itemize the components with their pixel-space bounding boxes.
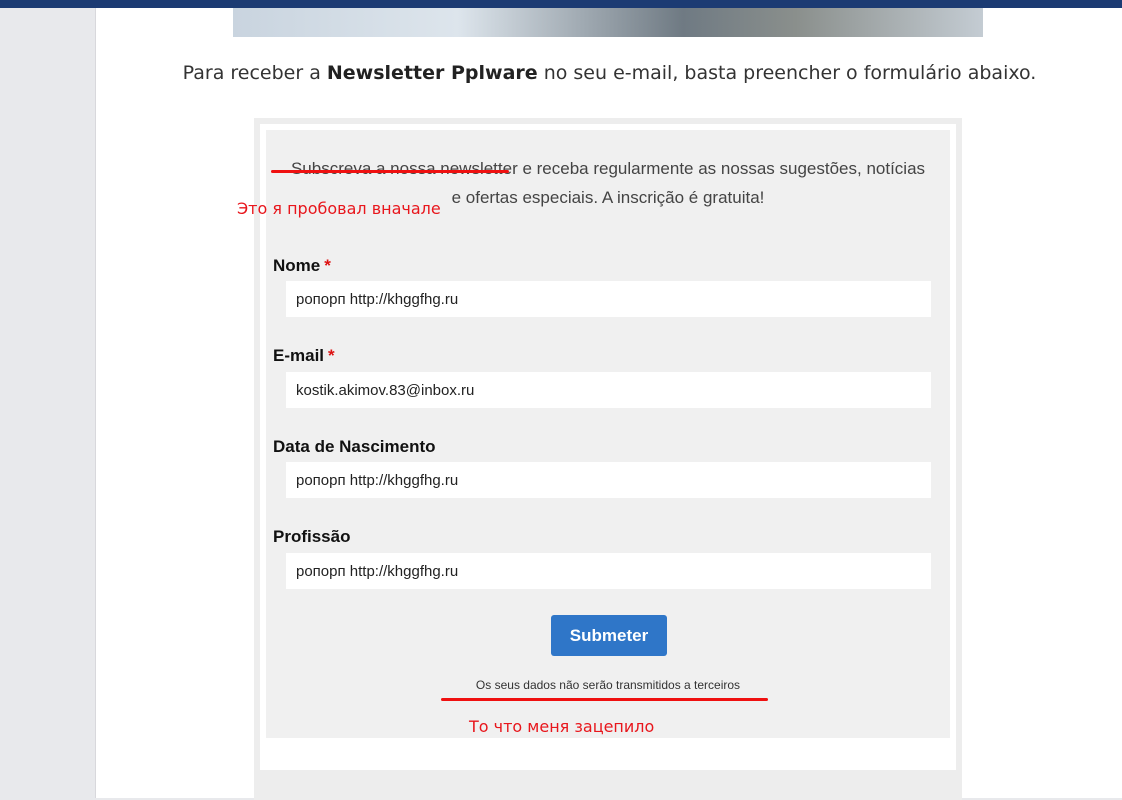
article-page: Para receber a Newsletter Pplware no seu… <box>95 8 1122 800</box>
newsletter-form-frame: Subscreva a nossa newsletter e receba re… <box>260 124 956 770</box>
top-header-bar <box>0 0 1122 8</box>
form-subtitle-line1: Subscreva a nossa newsletter e receba re… <box>290 159 926 178</box>
name-label: Nome * <box>273 256 331 276</box>
annotation-underline-subtitle <box>271 170 509 173</box>
annotation-first-note: Это я пробовал вначале <box>237 199 441 218</box>
birthdate-label: Data de Nascimento <box>273 437 436 456</box>
intro-text-end: no seu e-mail, basta preencher o formulá… <box>537 62 1037 84</box>
article-hero-image <box>233 8 983 37</box>
required-marker: * <box>324 256 331 275</box>
annotation-underline-privacy <box>441 698 768 701</box>
intro-text-start: Para receber a <box>182 62 327 84</box>
email-label-text: E-mail <box>273 346 325 365</box>
submit-button[interactable]: Submeter <box>551 615 667 656</box>
profession-input[interactable] <box>286 553 931 589</box>
email-label: E-mail * <box>273 346 335 366</box>
name-label-text: Nome <box>273 256 321 275</box>
newsletter-intro: Para receber a Newsletter Pplware no seu… <box>96 62 1122 84</box>
required-marker: * <box>328 346 335 365</box>
profession-label: Profissão <box>273 527 351 546</box>
privacy-note: Os seus dados não serão transmitidos a t… <box>475 678 741 692</box>
annotation-second-note: То что меня зацепило <box>469 717 655 736</box>
name-input[interactable] <box>286 281 931 317</box>
email-input[interactable] <box>286 372 931 408</box>
birthdate-input[interactable] <box>286 462 931 498</box>
intro-brand: Newsletter Pplware <box>326 62 538 84</box>
newsletter-form: Subscreva a nossa newsletter e receba re… <box>266 130 950 738</box>
